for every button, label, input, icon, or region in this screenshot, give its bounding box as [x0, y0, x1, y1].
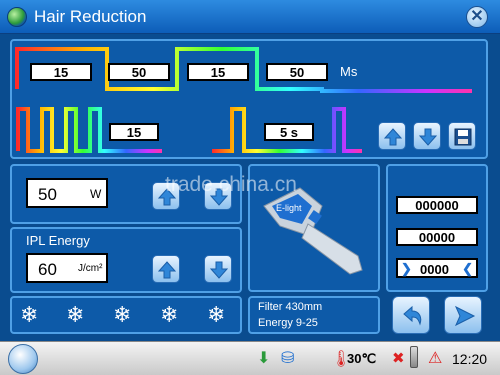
filter-info: Filter 430mm [258, 301, 323, 313]
ipl-energy-down-button[interactable] [204, 255, 232, 283]
save-icon [454, 128, 472, 146]
snowflake-icon: ❄ [113, 302, 132, 327]
watermark: trade.china.cn [165, 173, 297, 196]
water-level-icon [410, 346, 418, 368]
network-icon[interactable]: ⛁ [281, 348, 294, 368]
energy-range-info: Energy 9-25 [258, 317, 318, 329]
pulse-width-2-field[interactable]: 15 [187, 63, 249, 81]
start-button[interactable] [8, 344, 38, 374]
save-button[interactable] [448, 122, 476, 150]
arrow-down-icon [418, 128, 438, 146]
clock-time: 12:20 [452, 351, 488, 367]
close-button[interactable]: ✕ [466, 6, 488, 28]
play-icon [454, 305, 476, 327]
power-unit: W [90, 187, 102, 201]
info-panel: Filter 430mm Energy 9-25 [248, 296, 380, 334]
counter-1: 000000 [396, 196, 478, 214]
ipl-energy-up-button[interactable] [152, 255, 180, 283]
chevron-right-icon: ❯ [401, 261, 412, 276]
power-field[interactable]: 50 W [26, 178, 108, 208]
download-icon[interactable]: ⬇ [257, 348, 270, 368]
counters-panel: 000000 00000 ❯ 0000 ❮ [386, 164, 488, 292]
ipl-energy-field[interactable]: 60 J/cm² [26, 253, 108, 283]
pulse-interval-field[interactable]: 5 s [264, 123, 314, 141]
window-title: Hair Reduction [34, 7, 147, 26]
counter-3-value: 0000 [420, 262, 449, 277]
counter-2: 00000 [396, 228, 478, 246]
globe-icon [7, 7, 27, 27]
power-value: 50 [38, 185, 57, 204]
ipl-energy-label: IPL Energy [26, 233, 90, 248]
back-button[interactable] [392, 296, 430, 334]
snowflake-icon: ❄ [20, 302, 39, 327]
pulse-up-button[interactable] [378, 122, 406, 150]
temperature-readout: 30℃ [347, 351, 377, 366]
ipl-energy-unit: J/cm² [78, 263, 103, 274]
snowflake-icon: ❄ [207, 302, 226, 327]
arrow-up-icon [383, 128, 403, 146]
alert-icon[interactable]: ✖ [392, 349, 405, 367]
counter-3-reset[interactable]: ❯ 0000 ❮ [396, 258, 478, 278]
ipl-energy-panel: IPL Energy 60 J/cm² [10, 227, 242, 293]
pulse-count-field[interactable]: 15 [109, 123, 159, 141]
pulse-down-button[interactable] [413, 122, 441, 150]
pulse-unit-label: Ms [340, 64, 358, 79]
pulse-panel: 15 50 15 50 Ms 15 5 s [10, 39, 488, 159]
pulse-width-1-field[interactable]: 15 [30, 63, 92, 81]
cooling-alert-icon[interactable]: ⚠ [428, 348, 442, 368]
arrow-down-icon [209, 261, 229, 279]
taskbar: ⬇ ⛁ 🌡 30℃ ✖ ⚠ 12:20 [0, 341, 500, 375]
snowflake-icon: ❄ [66, 302, 85, 327]
chevron-left-icon: ❮ [462, 261, 473, 276]
snowflake-icon: ❄ [160, 302, 179, 327]
ipl-energy-value: 60 [38, 260, 57, 279]
arrow-up-icon [157, 261, 177, 279]
pulse-delay-1-field[interactable]: 50 [108, 63, 170, 81]
close-icon: ✕ [470, 8, 484, 25]
handpiece-brand: E-light [276, 203, 302, 213]
back-arrow-icon [403, 305, 422, 326]
title-bar: Hair Reduction ✕ [0, 0, 500, 34]
pulse-delay-2-field[interactable]: 50 [266, 63, 328, 81]
next-button[interactable] [444, 296, 482, 334]
